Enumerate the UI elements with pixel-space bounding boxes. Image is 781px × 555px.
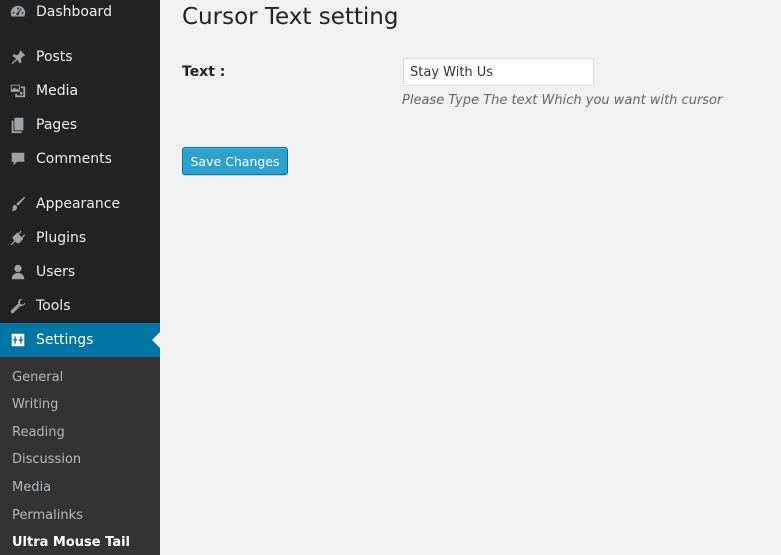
save-changes-button[interactable]: Save Changes [182, 147, 288, 175]
submenu-item-general[interactable]: General [12, 368, 63, 388]
text-field-description: Please Type The text Which you want with… [402, 93, 723, 108]
submenu-item-ultra-mouse-tail[interactable]: Ultra Mouse Tail [12, 533, 130, 553]
page-title: Cursor Text setting [182, 4, 399, 30]
main-content: Cursor Text setting Text : Please Type T… [160, 0, 781, 555]
sidebar-item-label: Appearance [36, 196, 121, 212]
text-field-label: Text : [182, 64, 226, 80]
submenu-item-reading[interactable]: Reading [12, 423, 65, 443]
sidebar-item-plugins[interactable]: Plugins [0, 221, 160, 255]
brush-icon [8, 194, 28, 214]
sidebar-item-label: Dashboard [36, 4, 112, 20]
admin-sidebar: Dashboard Posts Media Pages Comments App… [0, 0, 160, 555]
sidebar-item-dashboard[interactable]: Dashboard [0, 0, 160, 29]
sidebar-item-pages[interactable]: Pages [0, 108, 160, 142]
pages-icon [8, 115, 28, 135]
sidebar-item-posts[interactable]: Posts [0, 40, 160, 74]
sidebar-item-tools[interactable]: Tools [0, 289, 160, 323]
sidebar-item-users[interactable]: Users [0, 255, 160, 289]
sidebar-item-label: Settings [36, 332, 94, 348]
submenu-item-writing[interactable]: Writing [12, 395, 58, 415]
sidebar-item-label: Pages [36, 117, 78, 133]
submenu-item-discussion[interactable]: Discussion [12, 450, 81, 470]
sidebar-item-label: Comments [36, 151, 112, 167]
sidebar-item-label: Plugins [36, 230, 87, 246]
user-icon [8, 262, 28, 282]
submenu-item-permalinks[interactable]: Permalinks [12, 506, 83, 526]
plug-icon [8, 228, 28, 248]
comment-icon [8, 149, 28, 169]
sidebar-item-label: Media [36, 83, 79, 99]
pin-icon [8, 47, 28, 67]
settings-icon [8, 330, 28, 350]
submenu-item-media[interactable]: Media [12, 478, 51, 498]
sidebar-item-label: Tools [36, 298, 71, 314]
sidebar-item-settings[interactable]: Settings [0, 323, 160, 357]
media-icon [8, 81, 28, 101]
sidebar-item-label: Posts [36, 49, 73, 65]
settings-submenu: General Writing Reading Discussion Media… [0, 357, 160, 555]
sidebar-item-media[interactable]: Media [0, 74, 160, 108]
dashboard-icon [8, 2, 28, 22]
sidebar-item-label: Users [36, 264, 76, 280]
cursor-text-input[interactable] [403, 58, 594, 86]
sidebar-item-appearance[interactable]: Appearance [0, 187, 160, 221]
wrench-icon [8, 296, 28, 316]
sidebar-item-comments[interactable]: Comments [0, 142, 160, 176]
